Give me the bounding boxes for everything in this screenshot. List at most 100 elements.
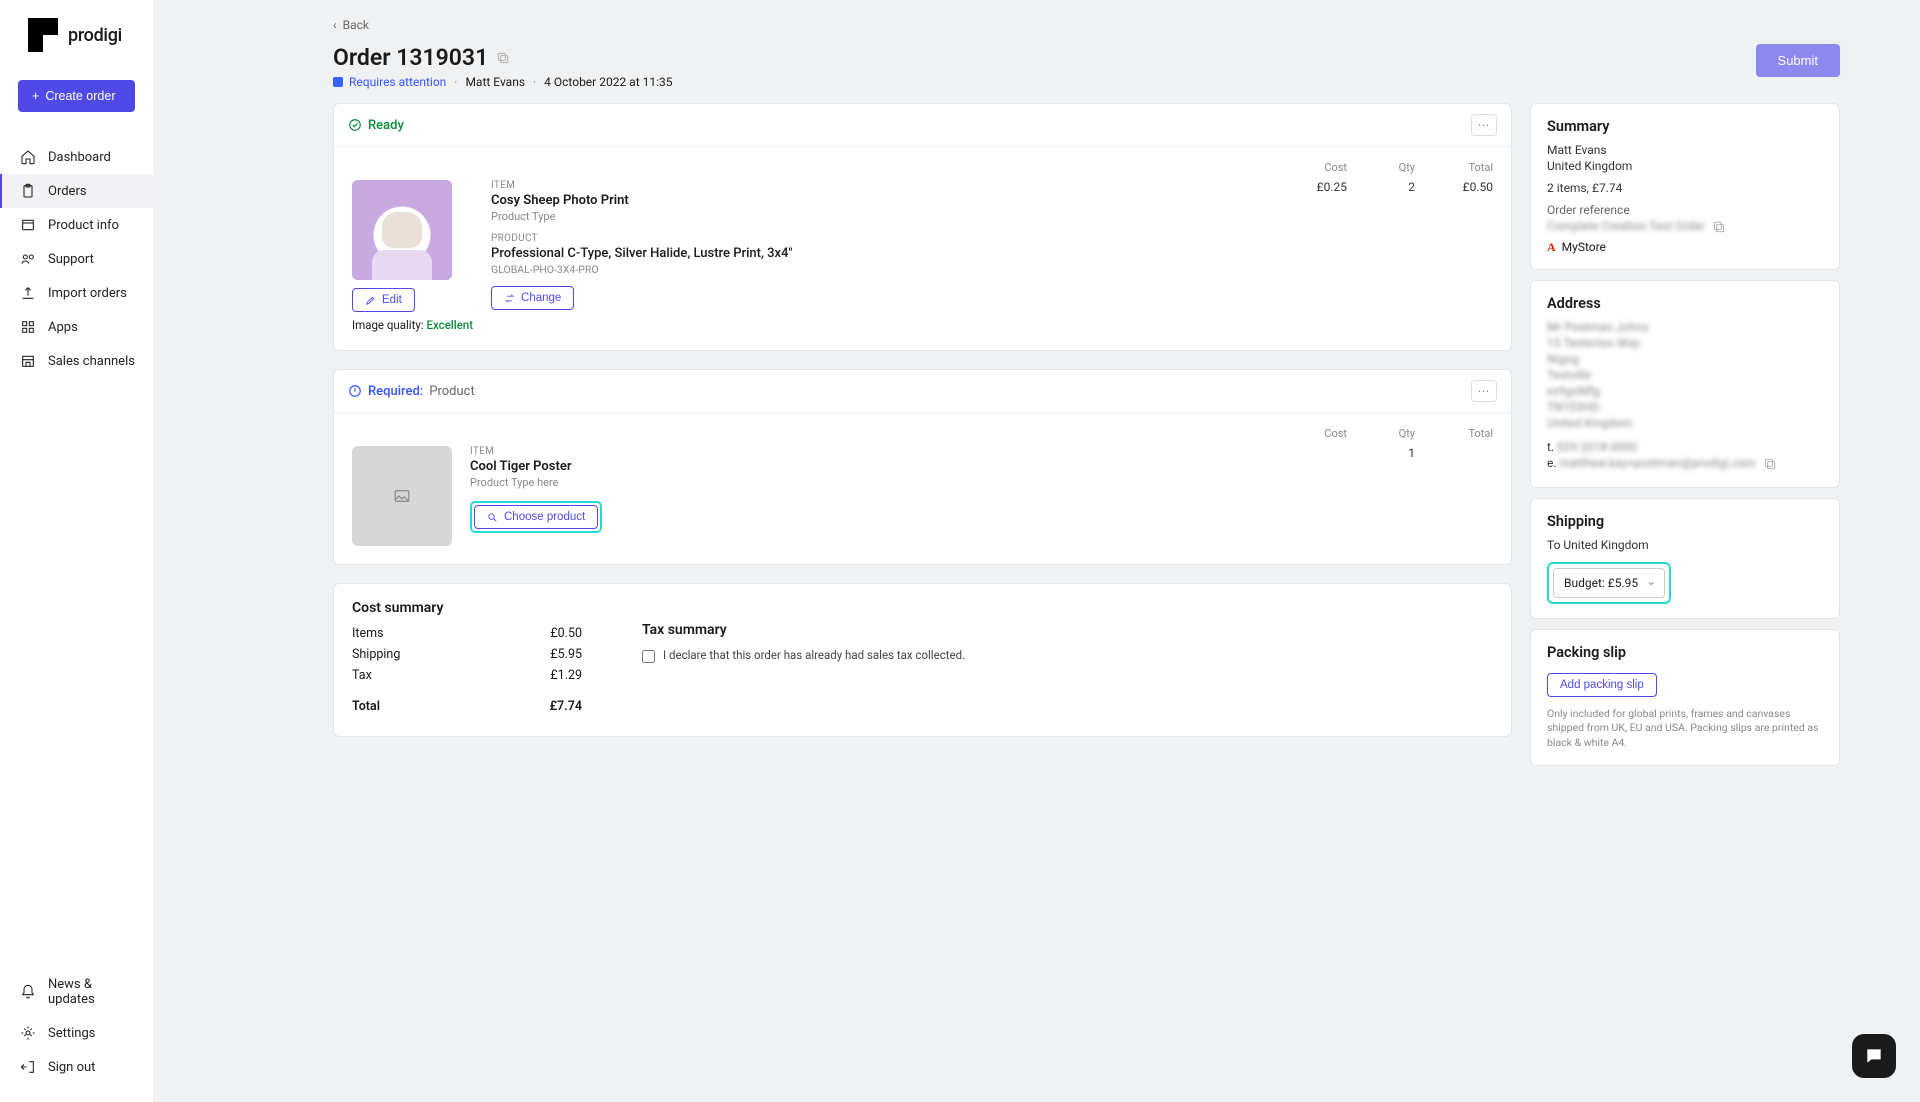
- shipping-to: To United Kingdom: [1547, 538, 1823, 552]
- copy-icon[interactable]: [496, 51, 510, 65]
- nav-label: Settings: [48, 1026, 95, 1041]
- summary-country: United Kingdom: [1547, 159, 1823, 173]
- sidebar-item-orders[interactable]: Orders: [0, 174, 153, 208]
- col-total: Total: [1423, 161, 1493, 174]
- shipping-selected-label: Budget: £5.95: [1564, 576, 1638, 590]
- sidebar-item-apps[interactable]: Apps: [0, 310, 153, 344]
- edit-label: Edit: [382, 294, 402, 306]
- order-title-text: Order 1319031: [333, 44, 488, 71]
- summary-ref-label: Order reference: [1547, 203, 1823, 217]
- tax-note: I declare that this order has already ha…: [663, 648, 965, 662]
- change-label: Change: [521, 292, 561, 304]
- address-line: Nigog: [1547, 352, 1823, 366]
- product-thumbnail-placeholder[interactable]: [352, 446, 452, 546]
- copy-icon[interactable]: [1763, 457, 1777, 471]
- sidebar-item-settings[interactable]: Settings: [0, 1016, 153, 1050]
- nav-label: Dashboard: [48, 150, 111, 165]
- sidebar-item-product-info[interactable]: Product info: [0, 208, 153, 242]
- nav-label: News & updates: [48, 977, 135, 1007]
- choose-product-button[interactable]: Choose product: [474, 505, 598, 529]
- address-line: 15 Testerton Way: [1547, 336, 1823, 350]
- sidebar-item-sign-out[interactable]: Sign out: [0, 1050, 153, 1084]
- item-qty: 1: [1355, 446, 1415, 460]
- sheep-image: [352, 180, 452, 280]
- item-cost: £0.25: [1277, 180, 1347, 194]
- summary-ref-row: Complete Creation Test Order: [1547, 219, 1823, 234]
- gear-icon: [20, 1025, 36, 1041]
- logo-text: prodigi: [68, 25, 122, 46]
- summary-card: Summary Matt Evans United Kingdom 2 item…: [1530, 103, 1840, 270]
- main-content: ‹ Back Order 1319031 Requires attention …: [153, 0, 1920, 1102]
- copy-icon[interactable]: [1712, 220, 1726, 234]
- required-status: Required: Product: [348, 384, 475, 399]
- address-phone: t. 029 2018 0000: [1547, 440, 1823, 454]
- sign-out-icon: [20, 1059, 36, 1075]
- sidebar-item-news[interactable]: News & updates: [0, 968, 153, 1016]
- status-dot-icon: [333, 77, 343, 87]
- back-link[interactable]: ‹ Back: [333, 18, 1840, 32]
- address-line: Mr Postman Johns: [1547, 320, 1823, 334]
- col-cost: Cost: [1277, 427, 1347, 440]
- iq-value: Excellent: [426, 318, 473, 332]
- store-name: MyStore: [1562, 240, 1606, 254]
- store-logo-icon: A: [1547, 240, 1556, 255]
- order-customer: Matt Evans: [465, 75, 525, 89]
- summary-heading: Summary: [1547, 118, 1823, 135]
- address-email: e. matthew.kay+postman@prodigi.com: [1547, 456, 1823, 471]
- create-order-button[interactable]: + Create order: [18, 80, 135, 112]
- col-cost: Cost: [1277, 161, 1347, 174]
- line-item-more-button[interactable]: ⋯: [1471, 380, 1497, 402]
- cost-summary-card: Cost summary Items£0.50 Shipping£5.95 Ta…: [333, 583, 1512, 737]
- nav-label: Import orders: [48, 286, 127, 301]
- shipping-method-select[interactable]: Budget: £5.95: [1553, 568, 1665, 598]
- chat-fab-button[interactable]: [1852, 1034, 1896, 1078]
- address-line: Testville: [1547, 368, 1823, 382]
- cost-heading: Cost summary: [352, 600, 582, 616]
- address-heading: Address: [1547, 295, 1823, 312]
- sidebar-item-dashboard[interactable]: Dashboard: [0, 140, 153, 174]
- sidebar: prodigi + Create order Dashboard Orders …: [0, 0, 153, 1102]
- logo[interactable]: prodigi: [0, 18, 153, 80]
- nav-label: Product info: [48, 218, 119, 233]
- packing-heading: Packing slip: [1547, 644, 1823, 661]
- order-timestamp: 4 October 2022 at 11:35: [544, 75, 672, 89]
- col-qty: Qty: [1355, 161, 1415, 174]
- packing-slip-card: Packing slip Add packing slip Only inclu…: [1530, 629, 1840, 766]
- line-item-more-button[interactable]: ⋯: [1471, 114, 1497, 136]
- product-label: PRODUCT: [491, 233, 1259, 244]
- tax-checkbox-input[interactable]: [642, 650, 655, 663]
- required-what: Product: [429, 384, 474, 399]
- product-sku: GLOBAL-PHO-3X4-PRO: [491, 263, 1259, 276]
- col-total: Total: [1423, 427, 1493, 440]
- add-packing-slip-button[interactable]: Add packing slip: [1547, 673, 1657, 697]
- sidebar-item-sales-channels[interactable]: Sales channels: [0, 344, 153, 378]
- submit-button[interactable]: Submit: [1756, 44, 1840, 77]
- plus-icon: +: [32, 89, 39, 103]
- store-link[interactable]: A MyStore: [1547, 240, 1823, 255]
- logo-mark-icon: [28, 18, 58, 52]
- item-label: ITEM: [491, 180, 1259, 191]
- sidebar-item-support[interactable]: Support: [0, 242, 153, 276]
- tag-icon: [20, 217, 36, 233]
- item-name: Cosy Sheep Photo Print: [491, 193, 1259, 208]
- address-line: TN103HD: [1547, 400, 1823, 414]
- required-prefix: Required:: [368, 384, 423, 399]
- tax-declaration-checkbox[interactable]: I declare that this order has already ha…: [642, 648, 1493, 663]
- item-type: Product Type here: [470, 476, 1259, 489]
- line-item-card-ready: Ready ⋯ Cost Qty Total: [333, 103, 1512, 351]
- tax-heading: Tax summary: [642, 622, 1493, 638]
- cost-row-items: Items£0.50: [352, 626, 582, 641]
- product-thumbnail[interactable]: [352, 180, 452, 280]
- status-badge[interactable]: Requires attention: [333, 75, 446, 89]
- edit-image-button[interactable]: Edit: [352, 288, 415, 312]
- shipping-heading: Shipping: [1547, 513, 1823, 530]
- submit-label: Submit: [1778, 53, 1818, 68]
- swap-icon: [504, 293, 515, 304]
- cost-row-total: Total£7.74: [352, 699, 582, 714]
- change-product-button[interactable]: Change: [491, 286, 574, 310]
- sidebar-item-import-orders[interactable]: Import orders: [0, 276, 153, 310]
- chevron-left-icon: ‹: [333, 18, 337, 32]
- store-icon: [20, 353, 36, 369]
- nav-label: Apps: [48, 320, 78, 335]
- nav-main: Dashboard Orders Product info Support Im…: [0, 140, 153, 968]
